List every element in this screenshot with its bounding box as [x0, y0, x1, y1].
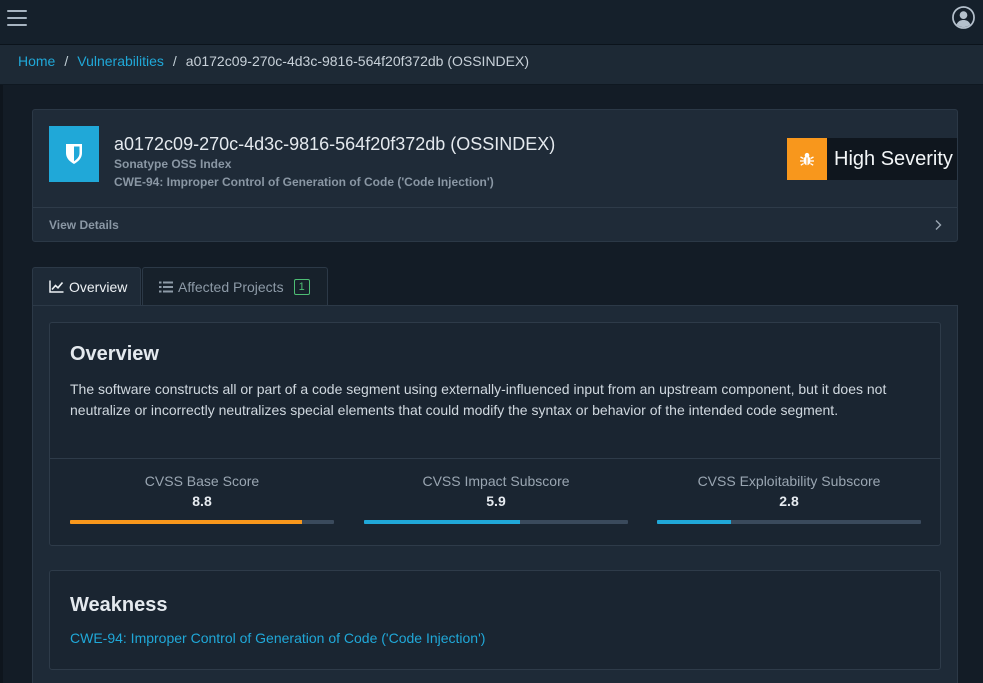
score-progress-bar — [657, 520, 921, 524]
vulnerability-title: a0172c09-270c-4d3c-9816-564f20f372db (OS… — [114, 134, 556, 154]
severity-label: High Severity — [834, 147, 953, 170]
view-details-label: View Details — [49, 218, 119, 232]
list-icon — [159, 281, 173, 293]
sidebar-edge — [0, 85, 3, 683]
breadcrumb-current: a0172c09-270c-4d3c-9816-564f20f372db (OS… — [185, 53, 529, 69]
cvss-scores: CVSS Base Score 8.8 CVSS Impact Subscore… — [50, 458, 940, 545]
score-value: 8.8 — [192, 493, 212, 509]
tab-overview[interactable]: Overview — [32, 267, 141, 305]
vulnerability-source: Sonatype OSS Index — [114, 157, 232, 171]
shield-icon — [49, 126, 99, 182]
cvss-exploitability-subscore: CVSS Exploitability Subscore 2.8 — [657, 459, 921, 524]
breadcrumb-separator: / — [64, 53, 69, 69]
score-progress-bar — [364, 520, 628, 524]
score-progress-fill — [70, 520, 303, 524]
weakness-cwe-link[interactable]: CWE-94: Improper Control of Generation o… — [70, 630, 485, 646]
chart-line-icon — [49, 280, 64, 293]
breadcrumb-home-link[interactable]: Home — [18, 53, 55, 69]
cvss-base-score: CVSS Base Score 8.8 — [70, 459, 334, 524]
view-details-link[interactable]: View Details — [33, 207, 957, 241]
breadcrumb-vulnerabilities-link[interactable]: Vulnerabilities — [77, 53, 164, 69]
chevron-right-icon — [933, 218, 943, 230]
tab-affected-projects-label: Affected Projects — [178, 278, 284, 295]
score-progress-fill — [657, 520, 731, 524]
affected-projects-count-badge: 1 — [293, 278, 310, 295]
top-navbar — [0, 0, 983, 45]
user-circle-icon[interactable] — [952, 6, 975, 29]
breadcrumb-separator: / — [172, 53, 177, 69]
cvss-impact-subscore: CVSS Impact Subscore 5.9 — [364, 459, 628, 524]
bug-icon — [787, 138, 827, 180]
weakness-card: Weakness CWE-94: Improper Control of Gen… — [49, 570, 941, 670]
overview-heading: Overview — [70, 343, 159, 365]
score-value: 5.9 — [486, 493, 506, 509]
score-progress-fill — [364, 520, 520, 524]
overview-description: The software constructs all or part of a… — [70, 381, 887, 418]
breadcrumb: Home / Vulnerabilities / a0172c09-270c-4d3c-… — [0, 45, 983, 85]
severity-badge: High Severity — [787, 138, 957, 180]
vulnerability-cwe: CWE-94: Improper Control of Generation o… — [114, 175, 494, 189]
tab-overview-label: Overview — [69, 278, 128, 295]
score-progress-bar — [70, 520, 334, 524]
score-label: CVSS Impact Subscore — [422, 473, 570, 489]
hamburger-menu-icon[interactable] — [7, 10, 27, 26]
tab-affected-projects[interactable]: Affected Projects 1 — [142, 267, 328, 305]
weakness-heading: Weakness — [70, 594, 168, 616]
score-label: CVSS Exploitability Subscore — [697, 473, 881, 489]
overview-card: Overview The software constructs all or … — [49, 322, 941, 546]
vulnerability-header-card: a0172c09-270c-4d3c-9816-564f20f372db (OS… — [32, 109, 958, 242]
score-label: CVSS Base Score — [144, 473, 260, 489]
score-value: 2.8 — [779, 493, 799, 509]
